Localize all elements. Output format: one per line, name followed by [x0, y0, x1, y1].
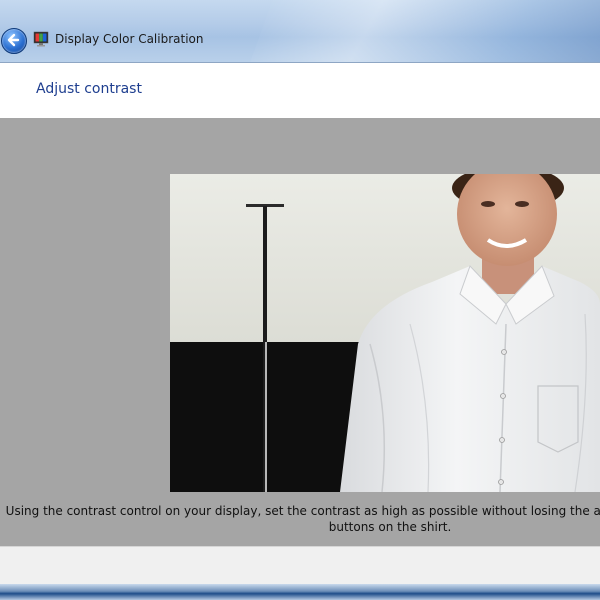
instruction-text: Using the contrast control on your displ…	[5, 504, 600, 534]
display-monitor-icon	[33, 31, 49, 47]
window-title: Display Color Calibration	[55, 32, 204, 46]
window-bottom-frame	[0, 584, 600, 600]
contrast-calibration-image	[170, 174, 600, 492]
back-arrow-icon	[7, 33, 20, 47]
page-heading: Adjust contrast	[36, 81, 142, 97]
page-header: Adjust contrast	[0, 62, 600, 119]
content-area: Using the contrast control on your displ…	[0, 118, 600, 546]
footer-bar	[0, 546, 600, 585]
title-bar[interactable]: Display Color Calibration	[0, 0, 600, 62]
titlebar-glass-sheen	[239, 0, 600, 62]
calibration-window: Display Color Calibration Adjust contras…	[0, 0, 600, 600]
man-in-white-shirt-photo	[170, 174, 600, 492]
back-button[interactable]	[1, 28, 27, 54]
